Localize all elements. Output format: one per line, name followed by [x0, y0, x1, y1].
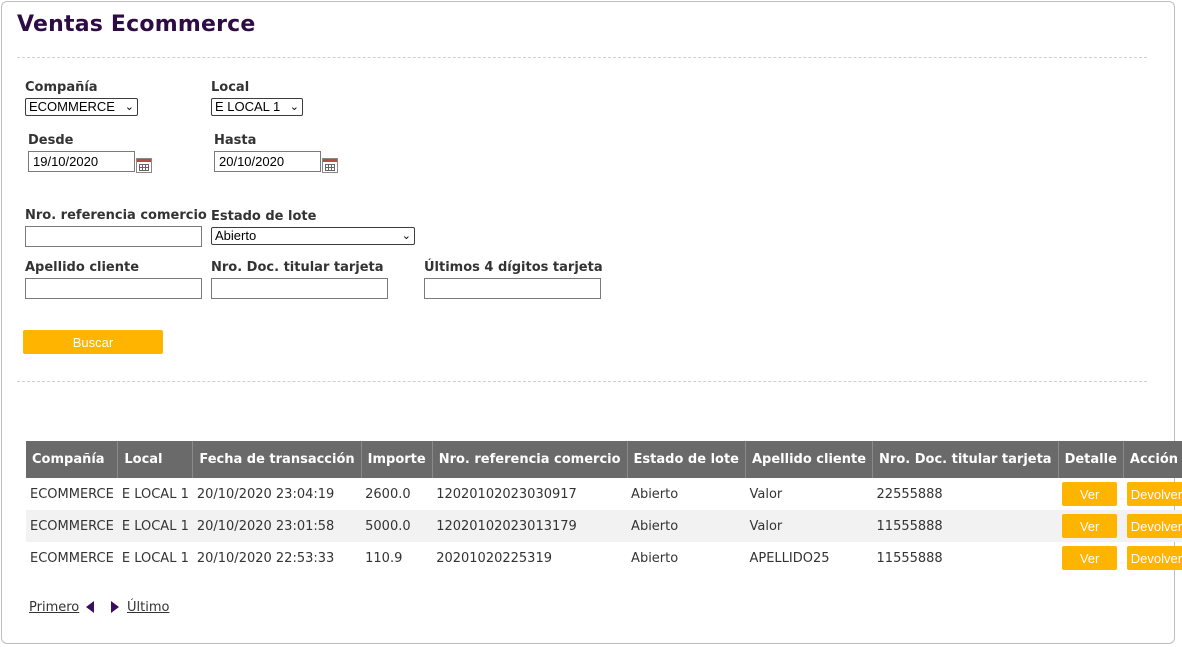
column-header: Nro. Doc. titular tarjeta: [872, 441, 1059, 478]
desde-input[interactable]: 19/10/2020: [28, 151, 135, 172]
chevron-down-icon: ⌄: [124, 101, 134, 113]
column-header: Nro. referencia comercio: [432, 441, 628, 478]
calendar-icon[interactable]: [136, 158, 152, 173]
compania-label: Compañía: [25, 80, 98, 95]
cell-referencia: 12020102023030917: [436, 486, 577, 502]
compania-select[interactable]: ECOMMERCE ⌄: [25, 98, 138, 116]
ver-button[interactable]: Ver: [1062, 482, 1118, 506]
cell-local: E LOCAL 1: [121, 486, 189, 502]
compania-select-value: ECOMMERCE: [29, 99, 115, 114]
cell-estado: Abierto: [631, 550, 679, 566]
column-header: Estado de lote: [627, 441, 746, 478]
hasta-label: Hasta: [214, 133, 257, 148]
column-header: Apellido cliente: [745, 441, 874, 478]
local-select[interactable]: E LOCAL 1 ⌄: [211, 98, 303, 116]
ver-button[interactable]: Ver: [1062, 514, 1118, 538]
table-row: ECOMMERCE E LOCAL 1 20/10/2020 22:53:33 …: [26, 542, 1182, 574]
cell-doc: 11555888: [872, 510, 1059, 542]
column-header: Local: [117, 441, 194, 478]
buscar-button[interactable]: Buscar: [23, 330, 163, 354]
calendar-icon[interactable]: [322, 158, 338, 173]
page-title: Ventas Ecommerce: [17, 12, 256, 37]
cell-detalle: Ver: [1058, 542, 1123, 574]
column-header: Compañía: [26, 441, 119, 478]
chevron-down-icon: ⌄: [401, 230, 411, 242]
cell-apellido: Valor: [749, 486, 783, 502]
apellido-label: Apellido cliente: [25, 260, 140, 275]
cell-compania: ECOMMERCE: [30, 550, 114, 566]
cell-apellido: APELLIDO25: [749, 550, 830, 566]
cell-local: E LOCAL 1: [121, 550, 189, 566]
cell-accion: Devolver: [1123, 478, 1182, 510]
cell-importe: 5000.0: [361, 510, 433, 542]
apellido-input[interactable]: [25, 278, 202, 299]
pager-first-link[interactable]: Primero: [29, 600, 79, 615]
estado-lote-select-value: Abierto: [215, 228, 257, 243]
cell-fecha: 20/10/2020 23:01:58: [192, 510, 362, 542]
triangle-right-icon[interactable]: [111, 601, 119, 613]
desde-label: Desde: [28, 133, 74, 148]
table-row: ECOMMERCE E LOCAL 1 20/10/2020 23:04:19 …: [26, 478, 1182, 510]
local-label: Local: [211, 80, 250, 95]
estado-lote-select[interactable]: Abierto ⌄: [211, 227, 415, 245]
cell-estado: Abierto: [631, 486, 679, 502]
column-header: Acción: [1123, 441, 1182, 478]
cell-local: E LOCAL 1: [117, 510, 193, 542]
estado-lote-label: Estado de lote: [211, 209, 317, 224]
cell-compania: ECOMMERCE: [26, 510, 118, 542]
cell-importe: 2600.0: [365, 486, 411, 502]
cell-fecha: 20/10/2020 22:53:33: [196, 550, 335, 566]
devolver-button[interactable]: Devolver: [1127, 482, 1182, 506]
nro-doc-input[interactable]: [211, 278, 388, 299]
cell-accion: Devolver: [1123, 542, 1182, 574]
devolver-button[interactable]: Devolver: [1127, 546, 1182, 570]
nro-referencia-label: Nro. referencia comercio: [25, 208, 207, 223]
devolver-button[interactable]: Devolver: [1127, 514, 1182, 538]
cell-referencia: 12020102023013179: [432, 510, 628, 542]
table-header-row: Compañía Local Fecha de transacción Impo…: [26, 441, 1182, 478]
results-table: Compañía Local Fecha de transacción Impo…: [26, 441, 1182, 574]
column-header: Detalle: [1058, 441, 1124, 478]
column-header: Fecha de transacción: [192, 441, 362, 478]
triangle-left-icon[interactable]: [86, 601, 94, 613]
cell-doc: 22555888: [876, 486, 943, 502]
local-select-value: E LOCAL 1: [215, 99, 281, 114]
cell-estado: Abierto: [627, 510, 746, 542]
cell-referencia: 20201020225319: [436, 550, 552, 566]
cell-detalle: Ver: [1058, 510, 1124, 542]
ver-button[interactable]: Ver: [1062, 546, 1118, 570]
cell-apellido: Valor: [745, 510, 873, 542]
ultimos4-input[interactable]: [424, 278, 601, 299]
ultimos4-label: Últimos 4 dígitos tarjeta: [424, 260, 603, 275]
nro-doc-label: Nro. Doc. titular tarjeta: [211, 260, 384, 275]
chevron-down-icon: ⌄: [289, 101, 299, 113]
divider: [17, 57, 1147, 58]
cell-accion: Devolver: [1123, 510, 1182, 542]
table-row: ECOMMERCE E LOCAL 1 20/10/2020 23:01:58 …: [26, 510, 1182, 542]
cell-fecha: 20/10/2020 23:04:19: [196, 486, 335, 502]
hasta-input[interactable]: 20/10/2020: [214, 151, 321, 172]
divider: [17, 381, 1147, 382]
nro-referencia-input[interactable]: [25, 226, 202, 247]
column-header: Importe: [361, 441, 433, 478]
cell-compania: ECOMMERCE: [30, 486, 114, 502]
cell-doc: 11555888: [876, 550, 943, 566]
cell-detalle: Ver: [1058, 478, 1123, 510]
pager-last-link[interactable]: Último: [127, 600, 169, 615]
cell-importe: 110.9: [365, 550, 403, 566]
